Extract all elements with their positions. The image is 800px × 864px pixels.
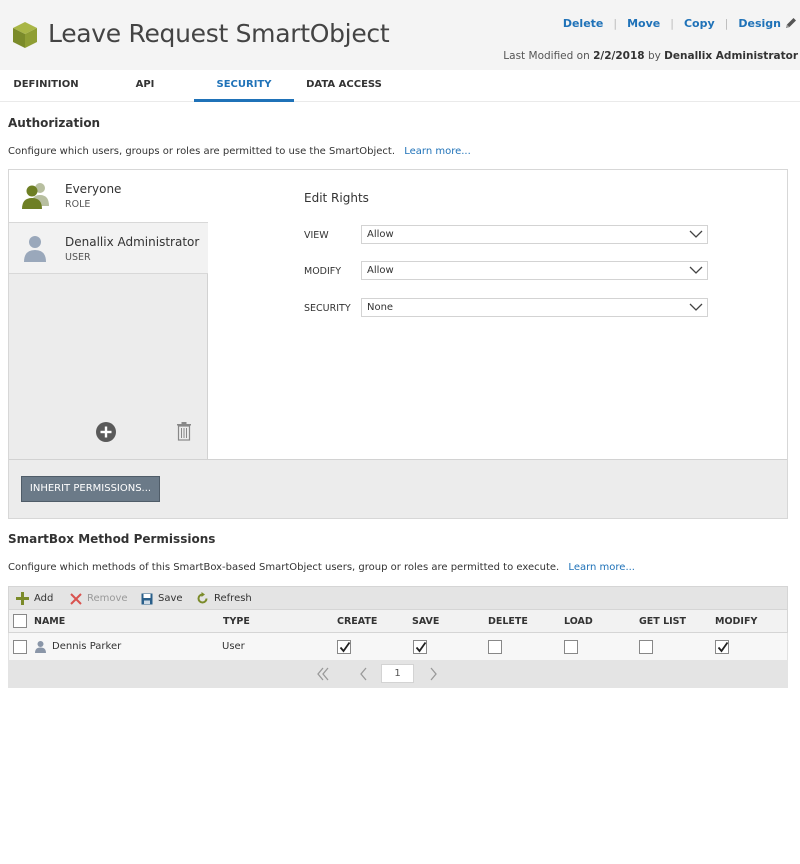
modify-dropdown[interactable]: Allow [361, 261, 708, 280]
column-type[interactable]: TYPE [223, 616, 250, 627]
plus-icon [16, 592, 29, 605]
inherit-strip: INHERIT PERMISSIONS... [9, 459, 787, 518]
checkmark-icon [339, 641, 351, 653]
design-link[interactable]: Design [738, 17, 781, 30]
grid-toolbar: Add Remove Save Refresh [8, 586, 788, 609]
refresh-button[interactable]: Refresh [196, 591, 252, 606]
first-page-icon[interactable] [315, 666, 331, 682]
view-value: Allow [367, 229, 394, 240]
modified-prefix: Last Modified on [503, 50, 590, 62]
tab-bar: DEFINITION API SECURITY DATA ACCESS [0, 70, 800, 102]
modify-label: MODIFY [304, 266, 342, 277]
pager: 1 [8, 660, 788, 688]
smartbox-learn-more-link[interactable]: Learn more... [568, 562, 635, 573]
row-type: User [222, 641, 245, 652]
group-icon [22, 183, 49, 209]
column-name[interactable]: NAME [34, 616, 65, 627]
column-modify[interactable]: MODIFY [715, 616, 757, 627]
smartbox-description: Configure which methods of this SmartBox… [8, 562, 635, 573]
remove-x-icon [70, 592, 82, 605]
principal-type: ROLE [65, 199, 91, 210]
smartbox-description-text: Configure which methods of this SmartBox… [8, 562, 560, 573]
modify-checkbox[interactable] [715, 640, 729, 654]
select-all-checkbox[interactable] [13, 614, 27, 628]
row-name: Dennis Parker [52, 641, 122, 652]
authorization-description: Configure which users, groups or roles a… [8, 146, 471, 157]
tab-security[interactable]: SECURITY [194, 70, 294, 102]
tab-definition[interactable]: DEFINITION [0, 70, 92, 102]
action-separator: | [613, 16, 618, 30]
page-number[interactable]: 1 [381, 664, 414, 683]
tab-data-access[interactable]: DATA ACCESS [298, 70, 390, 102]
save-checkbox[interactable] [413, 640, 427, 654]
user-icon [24, 236, 46, 262]
column-create[interactable]: CREATE [337, 616, 377, 627]
principal-type: USER [65, 252, 91, 263]
principal-name: Denallix Administrator [65, 235, 200, 249]
column-delete[interactable]: DELETE [488, 616, 528, 627]
checkmark-icon [717, 641, 729, 653]
remove-button[interactable]: Remove [70, 591, 128, 606]
create-checkbox[interactable] [337, 640, 351, 654]
get-list-checkbox[interactable] [639, 640, 653, 654]
column-save[interactable]: SAVE [412, 616, 439, 627]
modify-value: Allow [367, 265, 394, 276]
chevron-down-icon [689, 266, 703, 274]
view-dropdown[interactable]: Allow [361, 225, 708, 244]
security-dropdown[interactable]: None [361, 298, 708, 317]
column-load[interactable]: LOAD [564, 616, 593, 627]
add-circle-icon[interactable] [96, 422, 116, 442]
action-separator: | [670, 16, 674, 30]
user-icon [35, 641, 46, 653]
column-get-list[interactable]: GET LIST [639, 616, 686, 627]
trash-icon[interactable] [176, 421, 192, 441]
chevron-down-icon [689, 303, 703, 311]
authorization-title: Authorization [8, 116, 101, 130]
next-page-icon[interactable] [425, 666, 441, 682]
authorization-learn-more-link[interactable]: Learn more... [404, 146, 471, 157]
pencil-icon[interactable] [784, 16, 798, 30]
add-label: Add [34, 593, 54, 604]
add-button[interactable]: Add [16, 591, 53, 606]
previous-page-icon[interactable] [356, 666, 372, 682]
smartobject-cube-icon [13, 22, 37, 48]
remove-label: Remove [87, 593, 128, 604]
principal-item-everyone[interactable]: Everyone ROLE [9, 170, 208, 222]
inherit-permissions-button[interactable]: INHERIT PERMISSIONS... [21, 476, 160, 502]
page-title: Leave Request SmartObject [48, 19, 390, 48]
header-actions: Delete | Move | Copy | Design [563, 16, 798, 30]
refresh-label: Refresh [214, 593, 252, 604]
edit-rights-title: Edit Rights [304, 191, 369, 205]
row-select-checkbox[interactable] [13, 640, 27, 654]
principal-list: Everyone ROLE Denallix Administrator USE… [9, 170, 208, 459]
delete-link[interactable]: Delete [563, 17, 604, 30]
modified-date: 2/2/2018 [593, 50, 645, 62]
copy-link[interactable]: Copy [684, 17, 715, 30]
security-value: None [367, 302, 394, 313]
checkmark-icon [415, 641, 427, 653]
delete-checkbox[interactable] [488, 640, 502, 654]
principal-item-denallix-administrator[interactable]: Denallix Administrator USER [9, 222, 208, 274]
principal-name: Everyone [65, 182, 122, 196]
save-disk-icon [141, 593, 153, 604]
tab-api[interactable]: API [100, 70, 190, 102]
chevron-down-icon [689, 230, 703, 238]
view-label: VIEW [304, 230, 329, 241]
authorization-description-text: Configure which users, groups or roles a… [8, 146, 396, 157]
authorization-panel: Everyone ROLE Denallix Administrator USE… [8, 169, 788, 519]
grid-header: NAME TYPE CREATE SAVE DELETE LOAD GET LI… [8, 609, 788, 633]
load-checkbox[interactable] [564, 640, 578, 654]
action-separator: | [724, 16, 729, 30]
modified-by: Denallix Administrator [664, 50, 798, 62]
modified-by-prefix: by [647, 50, 661, 62]
page-header: Leave Request SmartObject Delete | Move … [0, 0, 800, 70]
table-row[interactable]: Dennis Parker User [8, 633, 788, 660]
smartbox-title: SmartBox Method Permissions [8, 532, 216, 546]
move-link[interactable]: Move [627, 17, 660, 30]
last-modified: Last Modified on 2/2/2018 by Denallix Ad… [503, 50, 798, 62]
save-label: Save [158, 593, 183, 604]
refresh-icon [197, 592, 208, 604]
save-button[interactable]: Save [141, 591, 183, 606]
security-label: SECURITY [304, 303, 351, 314]
